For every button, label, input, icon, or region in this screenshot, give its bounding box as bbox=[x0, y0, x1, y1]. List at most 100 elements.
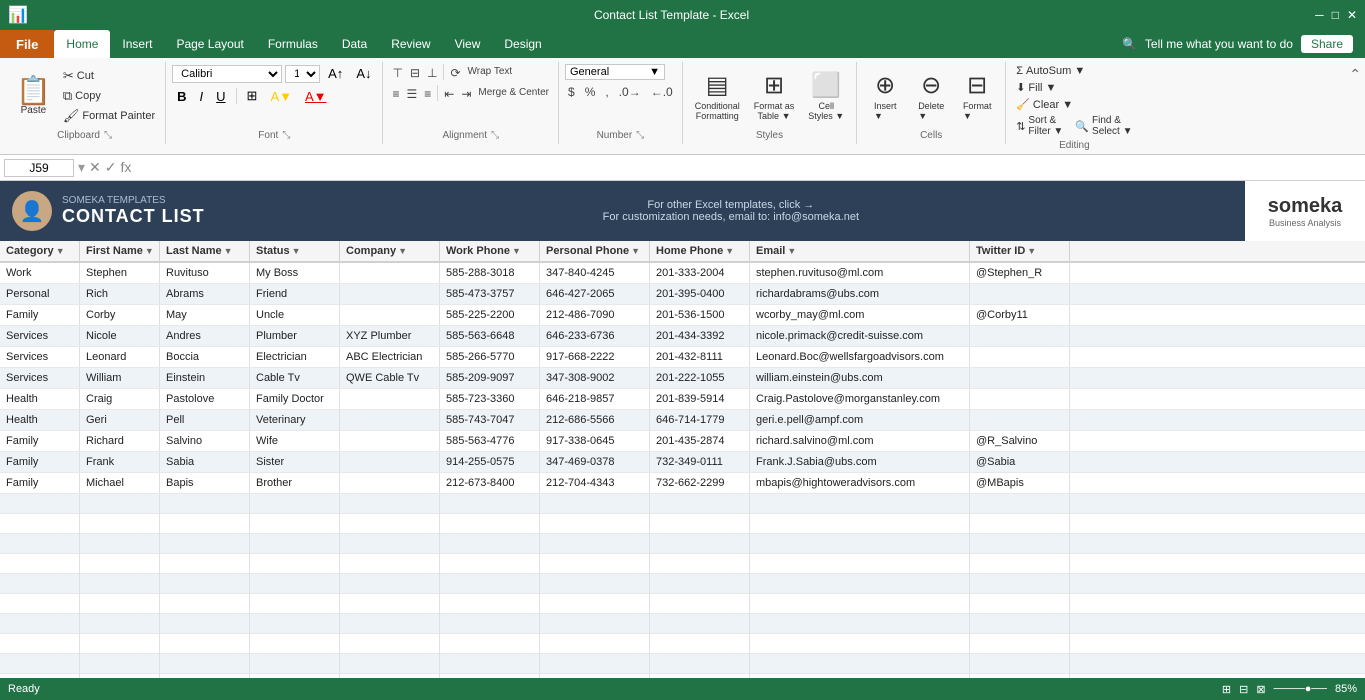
table-cell[interactable]: Abrams bbox=[160, 284, 250, 304]
number-expand-icon[interactable]: ⤡ bbox=[636, 130, 644, 141]
insert-function-icon[interactable]: fx bbox=[121, 159, 132, 176]
align-bottom-btn[interactable]: ⊥ bbox=[424, 64, 440, 82]
share-button[interactable]: Share bbox=[1301, 35, 1353, 53]
col-header-category[interactable]: Category▼ bbox=[0, 241, 80, 261]
table-cell[interactable]: Pastolove bbox=[160, 389, 250, 409]
table-cell[interactable]: 201-434-3392 bbox=[650, 326, 750, 346]
table-cell[interactable]: May bbox=[160, 305, 250, 325]
autosum-btn[interactable]: Σ AutoSum ▼ bbox=[1012, 64, 1089, 78]
table-cell[interactable]: Richard bbox=[80, 431, 160, 451]
table-cell[interactable]: Craig.Pastolove@morganstanley.com bbox=[750, 389, 970, 409]
filter-arrow-company[interactable]: ▼ bbox=[398, 246, 407, 256]
paste-button[interactable]: 📋 Paste bbox=[10, 75, 57, 118]
filter-arrow-first-name[interactable]: ▼ bbox=[145, 246, 154, 256]
align-center-btn[interactable]: ☰ bbox=[404, 85, 421, 103]
table-cell[interactable]: 917-668-2222 bbox=[540, 347, 650, 367]
filter-arrow-last-name[interactable]: ▼ bbox=[224, 246, 233, 256]
clear-btn[interactable]: 🧹 Clear ▼ bbox=[1012, 97, 1077, 112]
decrease-font-btn[interactable]: A↓ bbox=[351, 64, 376, 83]
table-cell[interactable]: 917-338-0645 bbox=[540, 431, 650, 451]
table-cell[interactable]: Frank bbox=[80, 452, 160, 472]
table-cell[interactable]: Sister bbox=[250, 452, 340, 472]
table-cell[interactable]: William bbox=[80, 368, 160, 388]
table-cell[interactable]: 585-266-5770 bbox=[440, 347, 540, 367]
table-cell[interactable]: 212-673-8400 bbox=[440, 473, 540, 493]
decrease-decimal-btn[interactable]: ←.0 bbox=[648, 83, 676, 101]
filter-arrow-status[interactable]: ▼ bbox=[292, 246, 301, 256]
table-cell[interactable]: Rich bbox=[80, 284, 160, 304]
table-cell[interactable]: Services bbox=[0, 326, 80, 346]
table-cell[interactable]: 585-723-3360 bbox=[440, 389, 540, 409]
table-cell[interactable]: Family bbox=[0, 431, 80, 451]
font-expand-icon[interactable]: ⤡ bbox=[282, 130, 290, 141]
orient-btn[interactable]: ⟳ bbox=[447, 64, 463, 82]
table-cell[interactable]: nicole.primack@credit-suisse.com bbox=[750, 326, 970, 346]
table-cell[interactable]: Family bbox=[0, 452, 80, 472]
table-cell[interactable]: stephen.ruvituso@ml.com bbox=[750, 263, 970, 283]
table-cell[interactable]: 201-222-1055 bbox=[650, 368, 750, 388]
copy-button[interactable]: ⧉ Copy bbox=[59, 87, 159, 105]
table-cell[interactable]: Services bbox=[0, 347, 80, 367]
cancel-formula-icon[interactable]: ✕ bbox=[89, 159, 101, 176]
page-break-view-icon[interactable]: ⊠ bbox=[1256, 683, 1265, 696]
filter-arrow-work-phone[interactable]: ▼ bbox=[512, 246, 521, 256]
table-cell[interactable] bbox=[970, 389, 1070, 409]
table-cell[interactable] bbox=[970, 347, 1070, 367]
align-top-btn[interactable]: ⊤ bbox=[389, 64, 405, 82]
table-cell[interactable] bbox=[340, 284, 440, 304]
data-tab[interactable]: Data bbox=[330, 30, 379, 58]
table-cell[interactable]: 585-288-3018 bbox=[440, 263, 540, 283]
clipboard-expand-icon[interactable]: ⤡ bbox=[104, 130, 112, 141]
table-cell[interactable] bbox=[340, 389, 440, 409]
align-left-btn[interactable]: ≡ bbox=[389, 85, 402, 103]
formulas-tab[interactable]: Formulas bbox=[256, 30, 330, 58]
design-tab[interactable]: Design bbox=[492, 30, 553, 58]
increase-font-btn[interactable]: A↑ bbox=[323, 64, 348, 83]
normal-view-icon[interactable]: ⊟ bbox=[1239, 683, 1248, 696]
align-middle-btn[interactable]: ⊟ bbox=[407, 64, 423, 82]
col-header-last-name[interactable]: Last Name▼ bbox=[160, 241, 250, 261]
table-cell[interactable]: Michael bbox=[80, 473, 160, 493]
table-cell[interactable] bbox=[970, 284, 1070, 304]
table-cell[interactable]: Pell bbox=[160, 410, 250, 430]
table-cell[interactable]: ABC Electrician bbox=[340, 347, 440, 367]
currency-btn[interactable]: $ bbox=[565, 83, 578, 101]
view-tab[interactable]: View bbox=[443, 30, 493, 58]
percent-btn[interactable]: % bbox=[582, 83, 599, 101]
table-cell[interactable]: Brother bbox=[250, 473, 340, 493]
ribbon-collapse[interactable]: ⌃ bbox=[1349, 62, 1361, 83]
font-size-dropdown[interactable]: 11 bbox=[285, 65, 320, 83]
table-cell[interactable]: Stephen bbox=[80, 263, 160, 283]
increase-decimal-btn[interactable]: .0→ bbox=[616, 83, 644, 101]
table-cell[interactable]: 585-225-2200 bbox=[440, 305, 540, 325]
collapse-icon[interactable]: ⌃ bbox=[1349, 66, 1361, 83]
table-cell[interactable]: 732-662-2299 bbox=[650, 473, 750, 493]
table-cell[interactable]: Electrician bbox=[250, 347, 340, 367]
minimize-btn[interactable]: ─ bbox=[1315, 8, 1324, 22]
italic-btn[interactable]: I bbox=[195, 87, 209, 106]
table-cell[interactable]: @Corby11 bbox=[970, 305, 1070, 325]
home-tab[interactable]: Home bbox=[54, 30, 110, 58]
table-cell[interactable]: william.einstein@ubs.com bbox=[750, 368, 970, 388]
file-tab[interactable]: File bbox=[0, 30, 54, 58]
table-cell[interactable]: @Stephen_R bbox=[970, 263, 1070, 283]
wrap-text-label[interactable]: Wrap Text bbox=[465, 64, 516, 82]
table-cell[interactable]: 212-486-7090 bbox=[540, 305, 650, 325]
number-format-dropdown[interactable]: General ▼ bbox=[565, 64, 665, 80]
name-box[interactable]: J59 bbox=[4, 159, 74, 177]
table-cell[interactable]: Friend bbox=[250, 284, 340, 304]
indent-decrease-btn[interactable]: ⇤ bbox=[441, 85, 457, 103]
confirm-formula-icon[interactable]: ✓ bbox=[105, 159, 117, 176]
format-btn[interactable]: ⊟ Format▼ bbox=[955, 69, 999, 123]
align-right-btn[interactable]: ≡ bbox=[421, 85, 434, 103]
table-cell[interactable]: Ruvituso bbox=[160, 263, 250, 283]
font-color-btn[interactable]: A▼ bbox=[300, 87, 332, 106]
filter-arrow-twitter-id[interactable]: ▼ bbox=[1027, 246, 1036, 256]
table-cell[interactable] bbox=[340, 305, 440, 325]
table-cell[interactable]: Personal bbox=[0, 284, 80, 304]
table-cell[interactable] bbox=[970, 410, 1070, 430]
conditional-formatting-btn[interactable]: ▤ ConditionalFormatting bbox=[689, 69, 746, 123]
table-cell[interactable]: Veterinary bbox=[250, 410, 340, 430]
sort-filter-btn[interactable]: ⇅ Sort &Filter ▼ bbox=[1012, 114, 1067, 138]
table-cell[interactable]: My Boss bbox=[250, 263, 340, 283]
